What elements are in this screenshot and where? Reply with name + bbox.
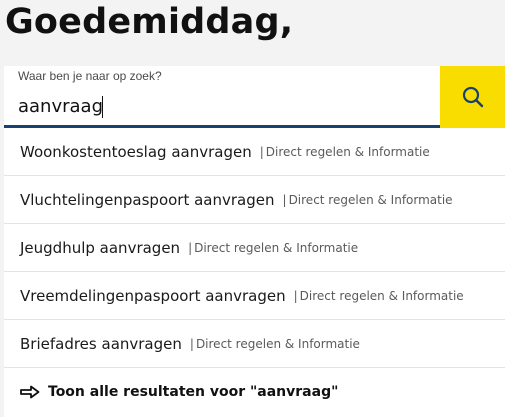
- suggestion-title: Vluchtelingenpaspoort aanvragen: [20, 190, 275, 209]
- suggestion-category: Direct regelen & Informatie: [288, 192, 453, 207]
- suggestion-item[interactable]: Woonkostentoeslag aanvragen | Direct reg…: [4, 128, 505, 176]
- arrow-right-icon: [20, 385, 40, 399]
- text-caret: [102, 96, 103, 118]
- search-input[interactable]: [18, 92, 438, 120]
- suggestion-item[interactable]: Vreemdelingenpaspoort aanvragen | Direct…: [4, 272, 505, 320]
- suggestion-category: Direct regelen & Informatie: [194, 240, 359, 255]
- suggestion-separator: |: [189, 336, 194, 351]
- show-all-results-link[interactable]: Toon alle resultaten voor "aanvraag": [4, 368, 505, 416]
- suggestion-item[interactable]: Jeugdhulp aanvragen | Direct regelen & I…: [4, 224, 505, 272]
- search-button[interactable]: [440, 66, 505, 128]
- search-icon: [462, 86, 483, 108]
- suggestion-category: Direct regelen & Informatie: [195, 336, 360, 351]
- suggestion-title: Jeugdhulp aanvragen: [20, 238, 181, 257]
- search-label: Waar ben je naar op zoek?: [18, 69, 162, 83]
- suggestion-title: Vreemdelingenpaspoort aanvragen: [20, 286, 286, 305]
- suggestion-item[interactable]: Vluchtelingenpaspoort aanvragen | Direct…: [4, 176, 505, 224]
- suggestion-separator: |: [293, 288, 298, 303]
- suggestion-category: Direct regelen & Informatie: [265, 144, 430, 159]
- suggestion-title: Woonkostentoeslag aanvragen: [20, 142, 252, 161]
- search-box: Waar ben je naar op zoek?: [4, 66, 505, 128]
- page-greeting: Goedemiddag,: [5, 2, 294, 42]
- suggestion-separator: |: [259, 144, 264, 159]
- suggestion-separator: |: [188, 240, 193, 255]
- suggestion-separator: |: [282, 192, 287, 207]
- search-suggestions: Woonkostentoeslag aanvragen | Direct reg…: [4, 128, 505, 417]
- show-all-label: Toon alle resultaten voor "aanvraag": [48, 384, 339, 400]
- suggestion-item[interactable]: Briefadres aanvragen | Direct regelen & …: [4, 320, 505, 368]
- suggestion-title: Briefadres aanvragen: [20, 334, 182, 353]
- suggestion-category: Direct regelen & Informatie: [299, 288, 464, 303]
